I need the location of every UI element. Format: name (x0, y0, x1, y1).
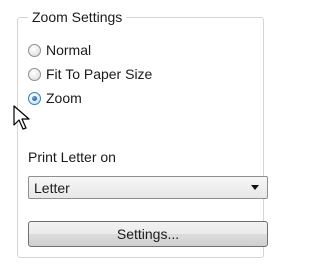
radio-zoom-label[interactable]: Zoom (46, 89, 82, 107)
radio-fit-to-paper-size-label[interactable]: Fit To Paper Size (46, 65, 152, 83)
radio-normal[interactable]: Normal (28, 40, 91, 60)
zoom-settings-title: Zoom Settings (28, 8, 127, 26)
print-letter-on-label: Print Letter on (28, 149, 116, 165)
radio-normal-label[interactable]: Normal (46, 41, 91, 59)
paper-size-dropdown[interactable]: Letter (28, 176, 268, 199)
radio-zoom-button[interactable] (28, 91, 41, 105)
radio-normal-button[interactable] (28, 43, 41, 57)
paper-size-value: Letter (34, 179, 70, 196)
settings-button[interactable]: Settings... (28, 221, 268, 247)
chevron-down-icon[interactable] (251, 185, 259, 190)
radio-fit-to-paper-size[interactable]: Fit To Paper Size (28, 64, 152, 84)
radio-fit-to-paper-size-button[interactable] (28, 67, 41, 81)
zoom-settings-panel: Zoom Settings Normal Fit To Paper Size Z… (0, 0, 276, 269)
mouse-pointer-icon (13, 105, 30, 130)
radio-zoom[interactable]: Zoom (28, 88, 82, 108)
